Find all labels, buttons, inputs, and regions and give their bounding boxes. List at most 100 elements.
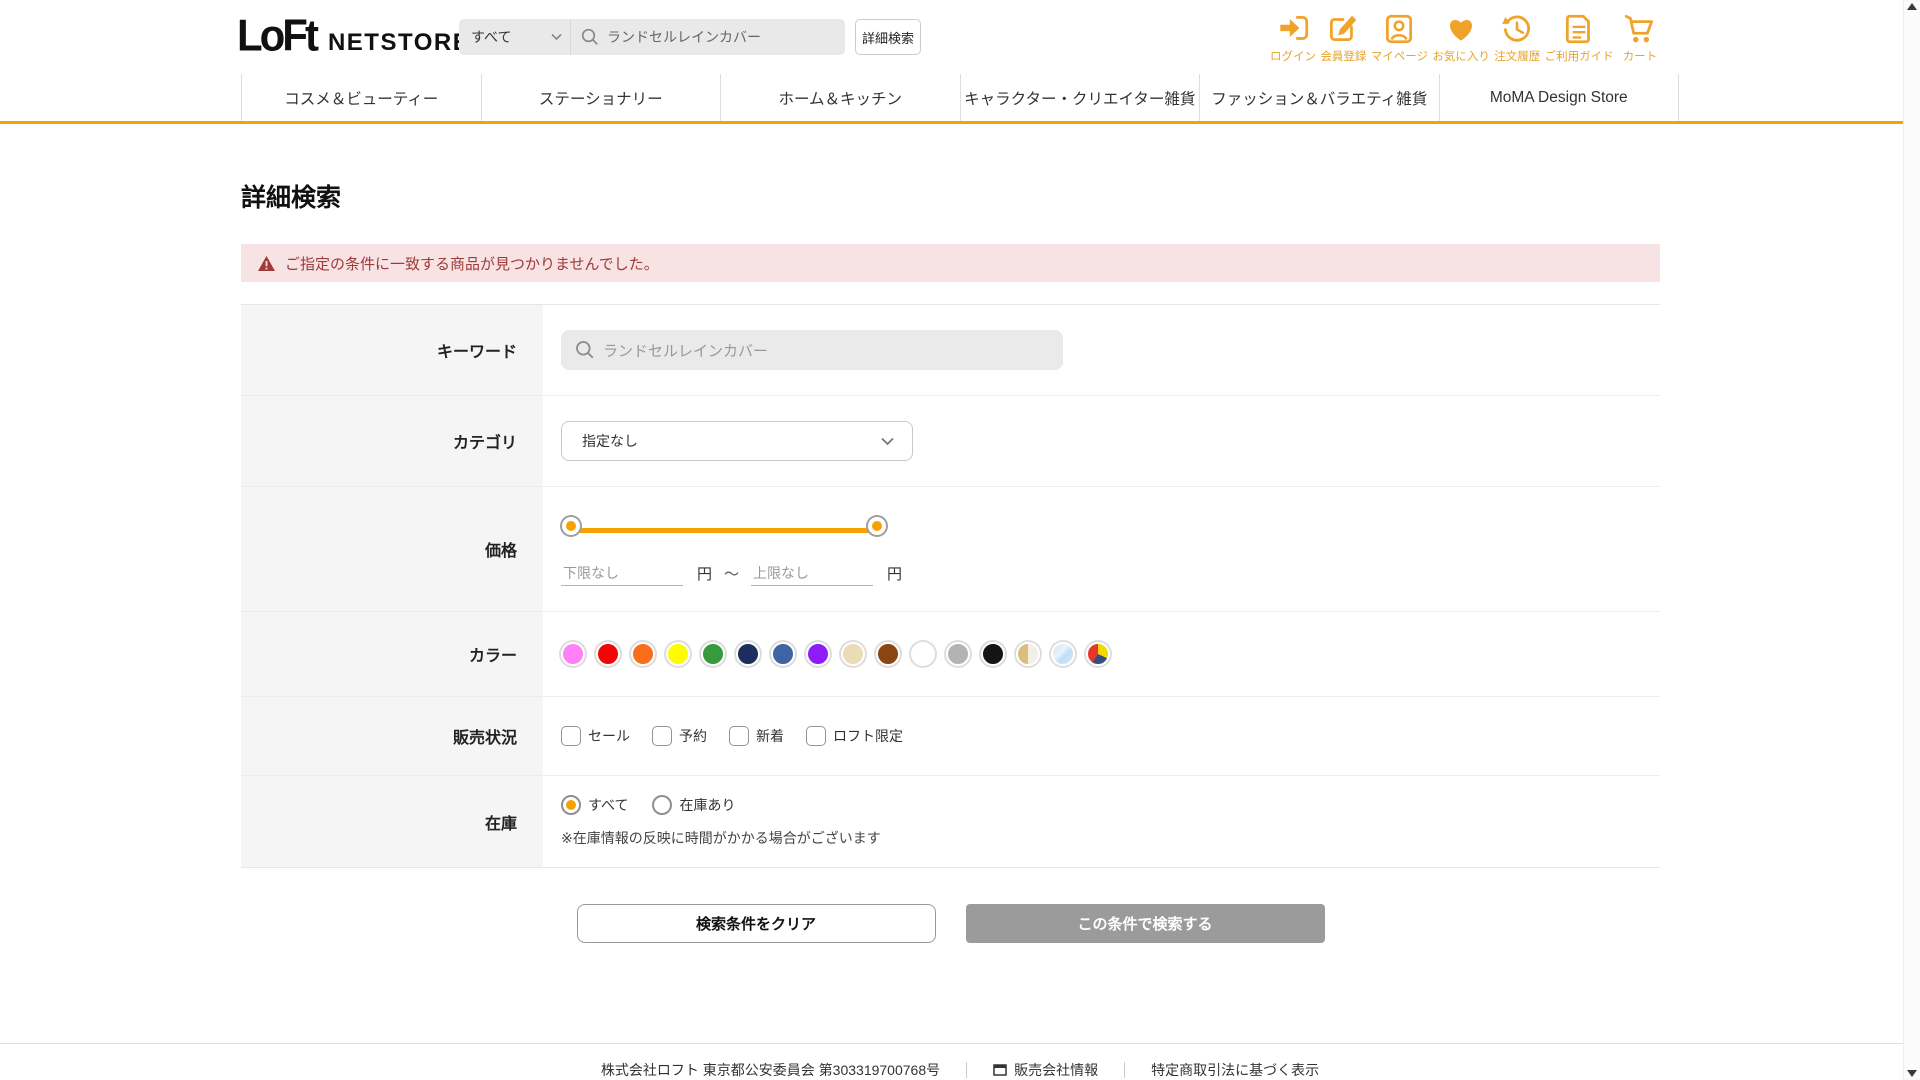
- price-slider-max-handle[interactable]: [868, 517, 886, 535]
- checkbox-reservation[interactable]: 予約: [652, 726, 707, 746]
- all-radio-label: すべて: [588, 795, 628, 815]
- in-stock-radio-label: 在庫あり: [679, 795, 735, 815]
- price-slider-track[interactable]: [575, 528, 873, 533]
- color-swatch-gold[interactable]: [1016, 642, 1040, 666]
- sale-checkbox-label: セール: [588, 726, 630, 746]
- keyword-input[interactable]: [561, 330, 1063, 370]
- alert-message: ご指定の条件に一致する商品が見つかりませんでした。: [285, 253, 659, 274]
- page-title: 詳細検索: [241, 178, 1660, 214]
- stock-options: すべて 在庫あり: [561, 795, 735, 815]
- sale-checkbox[interactable]: [561, 726, 581, 746]
- footer-separator: [1124, 1062, 1125, 1078]
- checkbox-sale[interactable]: セール: [561, 726, 630, 746]
- radio-in-stock[interactable]: 在庫あり: [652, 795, 735, 815]
- price-range-separator: ～: [724, 563, 739, 584]
- color-swatch-red[interactable]: [596, 642, 620, 666]
- sales-status-options: セール 予約 新着 ロフト限定: [561, 726, 903, 746]
- color-swatches: [561, 642, 1110, 666]
- color-swatch-pink[interactable]: [561, 642, 585, 666]
- color-swatch-yellow[interactable]: [666, 642, 690, 666]
- nav-moma-design-store[interactable]: MoMA Design Store: [1439, 74, 1680, 121]
- guide-button[interactable]: ご利用ガイド: [1545, 13, 1614, 64]
- form-actions: 検索条件をクリア この条件で検索する: [241, 904, 1660, 943]
- order-history-label: 注文履歴: [1494, 48, 1540, 64]
- radio-all[interactable]: すべて: [561, 795, 628, 815]
- price-row: 価格 円 ～ 円: [241, 486, 1660, 611]
- search-category-dropdown[interactable]: すべて: [459, 19, 571, 55]
- price-max-input[interactable]: [751, 561, 873, 586]
- window-icon: [993, 1064, 1007, 1076]
- favorites-label: お気に入り: [1432, 48, 1490, 64]
- reservation-checkbox-label: 予約: [679, 726, 707, 746]
- sales-status-row: 販売状況 セール 予約 新着: [241, 696, 1660, 775]
- keyword-label: キーワード: [241, 305, 543, 395]
- mypage-icon: [1381, 13, 1417, 45]
- color-swatch-multicolor[interactable]: [1086, 642, 1110, 666]
- nav-fashion-variety[interactable]: ファッション＆バラエティ雑貨: [1199, 74, 1439, 121]
- vertical-scrollbar[interactable]: [1903, 0, 1920, 1080]
- new-arrival-checkbox[interactable]: [729, 726, 749, 746]
- color-swatch-blue[interactable]: [771, 642, 795, 666]
- heart-icon: [1443, 13, 1479, 45]
- price-range-slider: [575, 515, 873, 545]
- yen-label-max: 円: [887, 563, 902, 584]
- logo-loft-text: LoFt: [237, 11, 316, 61]
- footer-link-commercial-law[interactable]: 特定商取引法に基づく表示: [1151, 1060, 1319, 1080]
- nav-home-kitchen[interactable]: ホーム＆キッチン: [720, 74, 960, 121]
- clear-conditions-button[interactable]: 検索条件をクリア: [577, 904, 936, 943]
- stock-label: 在庫: [241, 776, 543, 867]
- no-results-alert: ご指定の条件に一致する商品が見つかりませんでした。: [241, 244, 1660, 282]
- in-stock-radio[interactable]: [652, 795, 672, 815]
- nav-stationery[interactable]: ステーショナリー: [481, 74, 721, 121]
- loft-logo[interactable]: LoFt NETSTORE: [237, 12, 470, 60]
- header-search-input[interactable]: [607, 29, 832, 45]
- search-category-value: すべて: [471, 27, 511, 47]
- color-swatch-navy[interactable]: [736, 642, 760, 666]
- header-search-field: [571, 19, 845, 55]
- main-content: 詳細検索 ご指定の条件に一致する商品が見つかりませんでした。 キーワード: [241, 178, 1660, 943]
- detail-search-button[interactable]: 詳細検索: [855, 19, 921, 55]
- checkbox-new-arrival[interactable]: 新着: [729, 726, 784, 746]
- color-swatch-purple[interactable]: [806, 642, 830, 666]
- price-slider-min-handle[interactable]: [562, 517, 580, 535]
- footer-link-seller-info[interactable]: 販売会社情報: [993, 1060, 1098, 1080]
- loft-limited-checkbox[interactable]: [806, 726, 826, 746]
- yen-label-min: 円: [697, 563, 712, 584]
- color-label: カラー: [241, 612, 543, 696]
- color-swatch-brown[interactable]: [876, 642, 900, 666]
- login-button[interactable]: ログイン: [1270, 13, 1316, 64]
- color-swatch-clear[interactable]: [1051, 642, 1075, 666]
- color-swatch-orange[interactable]: [631, 642, 655, 666]
- login-icon: [1275, 13, 1311, 45]
- footer-seller-info-label: 販売会社情報: [1014, 1060, 1098, 1080]
- order-history-button[interactable]: 注文履歴: [1494, 13, 1540, 64]
- color-swatch-black[interactable]: [981, 642, 1005, 666]
- stock-note: ※在庫情報の反映に時間がかかる場合がございます: [561, 828, 881, 848]
- color-swatch-gray[interactable]: [946, 642, 970, 666]
- color-swatch-beige[interactable]: [841, 642, 865, 666]
- search-icon: [581, 28, 599, 46]
- scroll-up-arrow-icon[interactable]: [1907, 3, 1917, 10]
- new-arrival-checkbox-label: 新着: [756, 726, 784, 746]
- all-radio[interactable]: [561, 795, 581, 815]
- favorites-button[interactable]: お気に入り: [1432, 13, 1490, 64]
- nav-cosme-beauty[interactable]: コスメ＆ビューティー: [241, 74, 481, 121]
- color-swatch-white[interactable]: [911, 642, 935, 666]
- register-button[interactable]: 会員登録: [1320, 13, 1366, 64]
- checkbox-loft-limited[interactable]: ロフト限定: [806, 726, 903, 746]
- nav-character-creator[interactable]: キャラクター・クリエイター雑貨: [960, 74, 1200, 121]
- cart-button[interactable]: カート: [1618, 13, 1662, 64]
- search-submit-button[interactable]: この条件で検索する: [966, 904, 1325, 943]
- category-select[interactable]: 指定なし: [561, 421, 913, 461]
- price-label: 価格: [241, 487, 543, 611]
- sales-status-label: 販売状況: [241, 697, 543, 775]
- color-row: カラー: [241, 611, 1660, 696]
- reservation-checkbox[interactable]: [652, 726, 672, 746]
- mypage-button[interactable]: マイページ: [1371, 13, 1428, 64]
- guide-label: ご利用ガイド: [1545, 48, 1614, 64]
- scroll-down-arrow-icon[interactable]: [1907, 1070, 1917, 1077]
- chevron-down-icon: [551, 33, 562, 41]
- price-min-input[interactable]: [561, 561, 683, 586]
- cart-label: カート: [1623, 48, 1658, 64]
- color-swatch-green[interactable]: [701, 642, 725, 666]
